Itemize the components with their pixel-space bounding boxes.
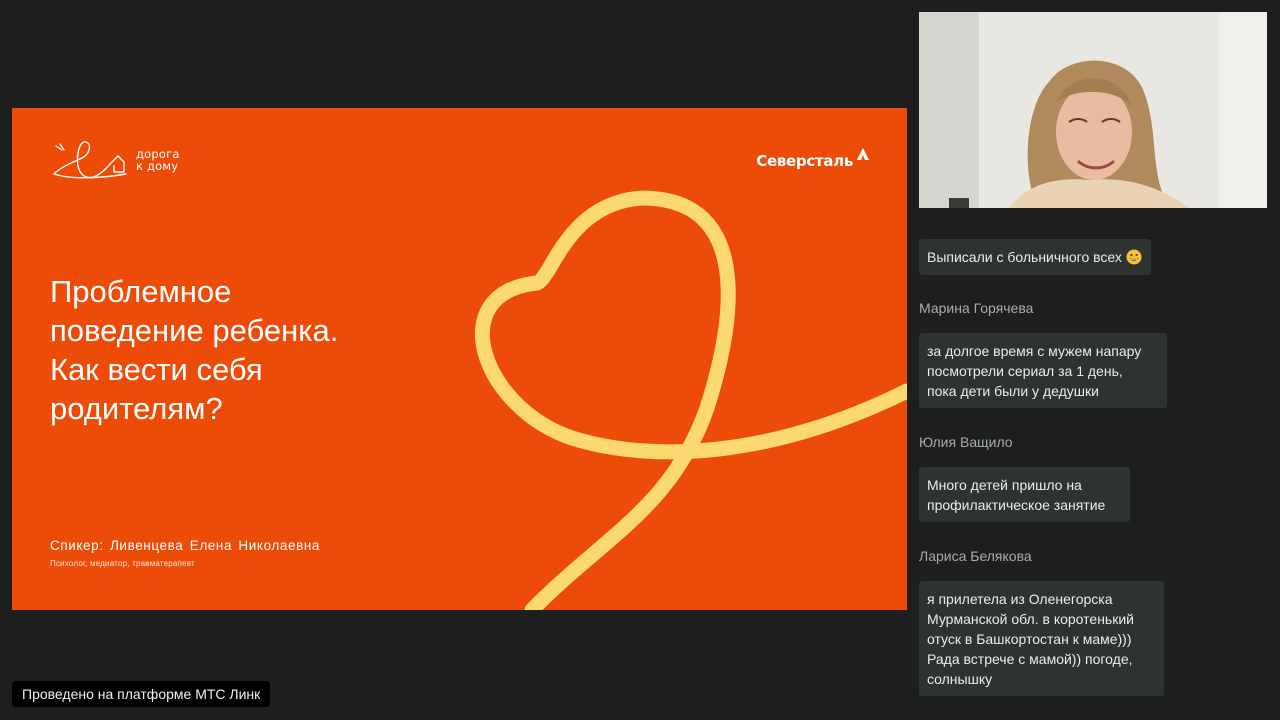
chat-message: Лариса Белякова <box>919 548 1032 564</box>
speaker-info: Спикер: Ливенцева Елена Николаевна Психо… <box>50 538 320 568</box>
chat-message: Юлия Ващило <box>919 434 1013 450</box>
chat-message-bubble: Много детей пришло на профилактическое з… <box>919 467 1130 522</box>
chat-message: Много детей пришло на профилактическое з… <box>919 467 1130 522</box>
chat-author: Лариса Белякова <box>919 548 1032 564</box>
slide-title: Проблемное поведение ребенка. Как вести … <box>50 272 470 428</box>
chat-message-text: Выписали с больничного всех <box>927 249 1122 265</box>
slide-title-line: Как вести себя <box>50 352 263 387</box>
chat-message: я прилетела из Оленегорска Мурманской об… <box>919 581 1164 696</box>
chat-message-text: я прилетела из Оленегорска <box>927 591 1113 607</box>
severstal-logo: Северсталь <box>756 146 871 170</box>
chat-message-text: солнышку <box>927 671 993 687</box>
chat-author: Марина Горячева <box>919 300 1034 316</box>
presentation-slide: дорога к дому Северсталь Проблемное пове… <box>12 108 907 610</box>
chat-author: Юлия Ващило <box>919 434 1013 450</box>
chat-message-text: за долгое время с мужем напару <box>927 343 1142 359</box>
chat-message-text: Много детей пришло на <box>927 477 1082 493</box>
speaker-role: Психолог, медиатор, травматерапевт <box>50 559 195 568</box>
slide-title-line: Проблемное <box>50 274 232 309</box>
chat-message: за долгое время с мужем напару посмотрел… <box>919 333 1167 408</box>
brand-left-line2: к дому <box>136 159 179 173</box>
chat-message-bubble: я прилетела из Оленегорска Мурманской об… <box>919 581 1164 696</box>
house-outline-icon <box>53 141 127 179</box>
doroga-k-domu-text: дорога к дому <box>136 148 180 172</box>
chat-message-bubble: за долгое время с мужем напару посмотрел… <box>919 333 1167 408</box>
severstal-name: Северсталь <box>756 152 853 170</box>
slide-title-line: поведение ребенка. <box>50 313 339 348</box>
chat-message-text: отуск в Башкортостан к маме))) <box>927 631 1132 647</box>
chat-message-text: профилактическое занятие <box>927 497 1106 513</box>
grinning-face-icon <box>1126 249 1142 265</box>
speaker-webcam-video <box>919 12 1267 208</box>
chat-message-bubble: Выписали с больничного всех <box>919 239 1151 275</box>
chat-message-text: Рада встрече с мамой)) погоде, <box>927 651 1133 667</box>
chat-message: Марина Горячева <box>919 300 1033 316</box>
chat-message-text: Мурманской обл. в коротенький <box>927 611 1134 627</box>
doroga-k-domu-logo: дорога к дому <box>52 136 180 184</box>
slide-title-line: родителям? <box>50 391 223 426</box>
severstal-mark-icon <box>857 148 869 160</box>
chat-message: Выписали с больничного всех <box>919 239 1151 275</box>
platform-badge[interactable]: Проведено на платформе МТС Линк <box>12 681 271 707</box>
chat-message-text: посмотрели сериал за 1 день, <box>927 363 1123 379</box>
speaker-name: Спикер: Ливенцева Елена Николаевна <box>50 538 321 553</box>
webcam-person-image <box>919 12 1267 208</box>
chat-message-text: пока дети были у дедушки <box>927 383 1099 399</box>
